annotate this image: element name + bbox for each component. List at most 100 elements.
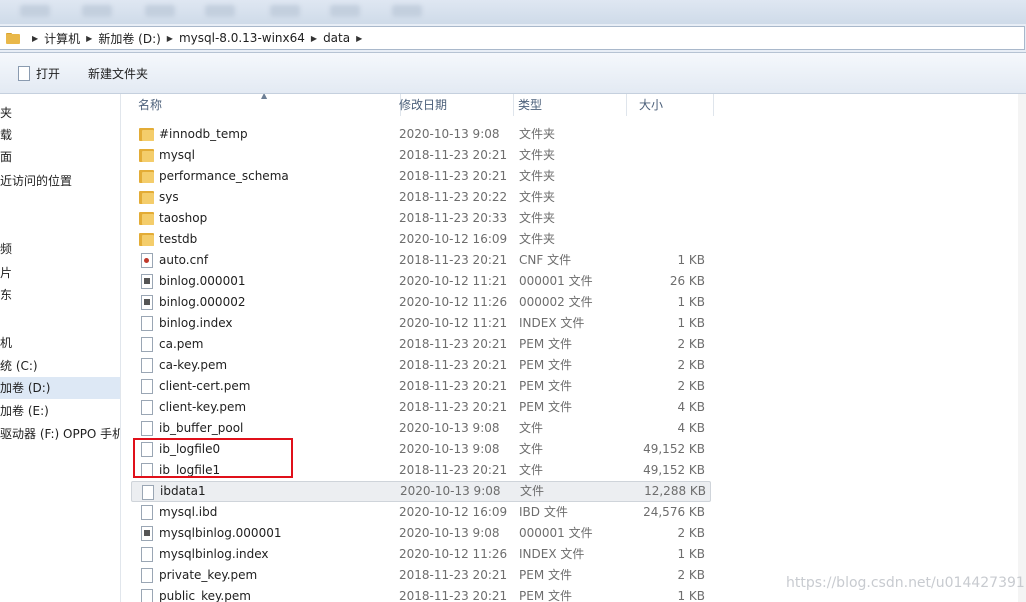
chevron-right-icon[interactable]: ▶ [32, 34, 38, 43]
navigation-pane: 夹 载 面 近访问的位置 频 片 东 机 统 (C:) 加卷 (D:) 加卷 (… [0, 94, 121, 602]
file-row[interactable]: binlog.index 2020-10-12 11:21 INDEX 文件 1 KB [131, 313, 709, 334]
folder-row[interactable]: mysql 2018-11-23 20:21 文件夹 [131, 145, 709, 166]
column-header-date[interactable]: 修改日期 [394, 94, 514, 116]
annotation-highlight-box [133, 438, 293, 478]
blurred-tab [145, 5, 175, 17]
blurred-tab [330, 5, 360, 17]
file-type: CNF 文件 [519, 253, 572, 267]
column-header-size[interactable]: 大小 [633, 94, 714, 116]
breadcrumb-drive-d[interactable]: 新加卷 (D:) [98, 30, 160, 47]
blurred-tab [205, 5, 235, 17]
new-folder-button[interactable]: 新建文件夹 [80, 59, 156, 87]
file-row[interactable]: client-cert.pem 2018-11-23 20:21 PEM 文件 2 K… [131, 376, 709, 397]
file-row[interactable]: client-key.pem 2018-11-23 20:21 PEM 文件 4 KB [131, 397, 709, 418]
blurred-tab [270, 5, 300, 17]
nav-item-desktop[interactable]: 面 [0, 146, 120, 168]
file-date: 2020-10-13 9:08 [399, 127, 500, 141]
file-size: 2 KB [677, 568, 705, 582]
file-icon [141, 568, 153, 583]
nav-item-drive-f[interactable]: 驱动器 (F:) OPPO 手机 [0, 423, 120, 445]
file-name: #innodb_temp [159, 127, 248, 141]
nav-item-drive-c[interactable]: 统 (C:) [0, 355, 120, 377]
file-name: client-key.pem [159, 400, 247, 414]
file-size: 1 KB [677, 547, 705, 561]
file-type: 000001 文件 [519, 526, 593, 540]
folder-icon [139, 191, 154, 204]
file-type: PEM 文件 [519, 337, 572, 351]
nav-item-pictures[interactable]: 片 [0, 262, 120, 284]
file-row[interactable]: auto.cnf 2018-11-23 20:21 CNF 文件 1 KB [131, 250, 709, 271]
file-icon [141, 421, 153, 436]
blurred-tab [82, 5, 112, 17]
file-row[interactable]: mysqlbinlog.000001 2020-10-13 9:08 000001 … [131, 523, 709, 544]
file-name: mysql.ibd [159, 505, 218, 519]
file-row[interactable]: ca.pem 2018-11-23 20:21 PEM 文件 2 KB [131, 334, 709, 355]
chevron-right-icon[interactable]: ▶ [356, 34, 362, 43]
breadcrumb[interactable]: ▶ 计算机 ▶ 新加卷 (D:) ▶ mysql-8.0.13-winx64 ▶… [0, 26, 1025, 50]
file-row[interactable]: mysqlbinlog.index 2020-10-12 11:26 INDEX 文… [131, 544, 709, 565]
folder-row[interactable]: sys 2018-11-23 20:22 文件夹 [131, 187, 709, 208]
file-name: mysqlbinlog.index [159, 547, 269, 561]
file-size: 24,576 KB [643, 505, 705, 519]
folder-icon [139, 233, 154, 246]
file-date: 2020-10-12 11:26 [399, 295, 508, 309]
file-icon [141, 505, 153, 520]
folder-row[interactable]: performance_schema 2018-11-23 20:21 文件夹 [131, 166, 709, 187]
file-row[interactable]: ca-key.pem 2018-11-23 20:21 PEM 文件 2 KB [131, 355, 709, 376]
file-icon [141, 589, 153, 602]
file-size: 2 KB [677, 526, 705, 540]
file-date: 2020-10-12 11:21 [399, 316, 508, 330]
file-size: 12,288 KB [644, 484, 706, 498]
file-name: performance_schema [159, 169, 289, 183]
nav-item-music[interactable]: 东 [0, 284, 120, 306]
file-type: 000001 文件 [519, 274, 593, 288]
file-size: 26 KB [669, 274, 705, 288]
column-header-type[interactable]: 类型 [514, 94, 627, 116]
open-button[interactable]: 打开 [0, 59, 68, 87]
file-icon [141, 316, 153, 331]
column-header-name[interactable]: 名称 [131, 94, 401, 116]
chevron-right-icon[interactable]: ▶ [167, 34, 173, 43]
breadcrumb-mysql[interactable]: mysql-8.0.13-winx64 [179, 31, 305, 45]
file-type: 文件夹 [519, 169, 556, 183]
file-type: 000002 文件 [519, 295, 593, 309]
window-top-strip [0, 0, 1026, 24]
file-date: 2020-10-13 9:08 [399, 421, 500, 435]
folder-row[interactable]: testdb 2020-10-12 16:09 文件夹 [131, 229, 709, 250]
nav-item-computer[interactable]: 机 [0, 332, 120, 354]
file-date: 2018-11-23 20:21 [399, 358, 508, 372]
binary-file-icon [141, 295, 153, 310]
file-date: 2018-11-23 20:21 [399, 568, 508, 582]
nav-item-recent-places[interactable]: 近访问的位置 [0, 170, 120, 192]
file-size: 1 KB [677, 295, 705, 309]
vertical-scrollbar[interactable] [1018, 94, 1026, 602]
nav-item-drive-e[interactable]: 加卷 (E:) [0, 400, 120, 422]
file-row[interactable]: private_key.pem 2018-11-23 20:21 PEM 文件 2 K… [131, 565, 709, 586]
file-row[interactable]: binlog.000002 2020-10-12 11:26 000002 文件 1 … [131, 292, 709, 313]
folder-icon [139, 128, 154, 141]
file-row[interactable]: mysql.ibd 2020-10-12 16:09 IBD 文件 24,576 KB [131, 502, 709, 523]
binary-file-icon [141, 526, 153, 541]
file-date: 2018-11-23 20:21 [399, 379, 508, 393]
file-row[interactable]: public_key.pem 2018-11-23 20:21 PEM 文件 1 KB [131, 586, 709, 602]
file-row[interactable]: ibdata1 2020-10-13 9:08 文件 12,288 KB [131, 481, 711, 502]
file-size: 1 KB [677, 589, 705, 602]
file-icon [141, 337, 153, 352]
folder-icon [139, 149, 154, 162]
breadcrumb-computer[interactable]: 计算机 [44, 30, 80, 47]
nav-item-drive-d[interactable]: 加卷 (D:) [0, 377, 120, 399]
file-date: 2020-10-12 16:09 [399, 232, 508, 246]
file-type: PEM 文件 [519, 568, 572, 582]
file-size: 2 KB [677, 337, 705, 351]
nav-item-downloads[interactable]: 载 [0, 124, 120, 146]
chevron-right-icon[interactable]: ▶ [86, 34, 92, 43]
chevron-right-icon[interactable]: ▶ [311, 34, 317, 43]
breadcrumb-data[interactable]: data [323, 31, 350, 45]
folder-row[interactable]: taoshop 2018-11-23 20:33 文件夹 [131, 208, 709, 229]
folder-row[interactable]: #innodb_temp 2020-10-13 9:08 文件夹 [131, 124, 709, 145]
file-row[interactable]: ib_buffer_pool 2020-10-13 9:08 文件 4 KB [131, 418, 709, 439]
nav-item-favorites[interactable]: 夹 [0, 102, 120, 124]
file-type: PEM 文件 [519, 400, 572, 414]
file-row[interactable]: binlog.000001 2020-10-12 11:21 000001 文件 26… [131, 271, 709, 292]
nav-item-videos[interactable]: 频 [0, 238, 120, 260]
